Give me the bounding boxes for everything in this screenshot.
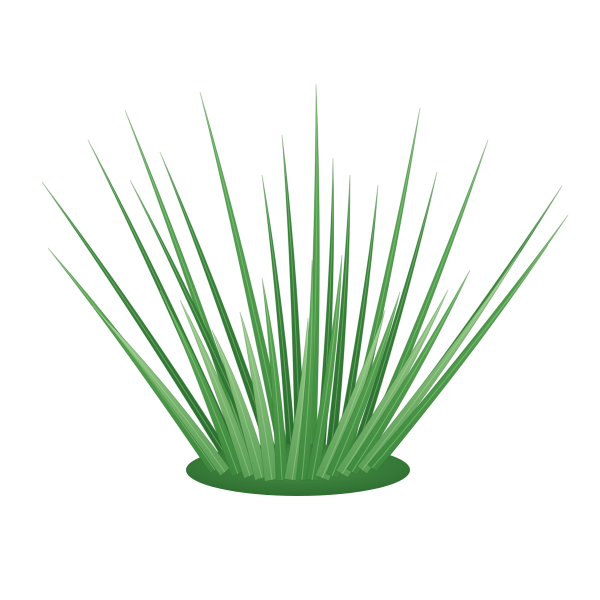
image-canvas <box>0 0 600 600</box>
grass-tuft-illustration <box>41 83 569 496</box>
